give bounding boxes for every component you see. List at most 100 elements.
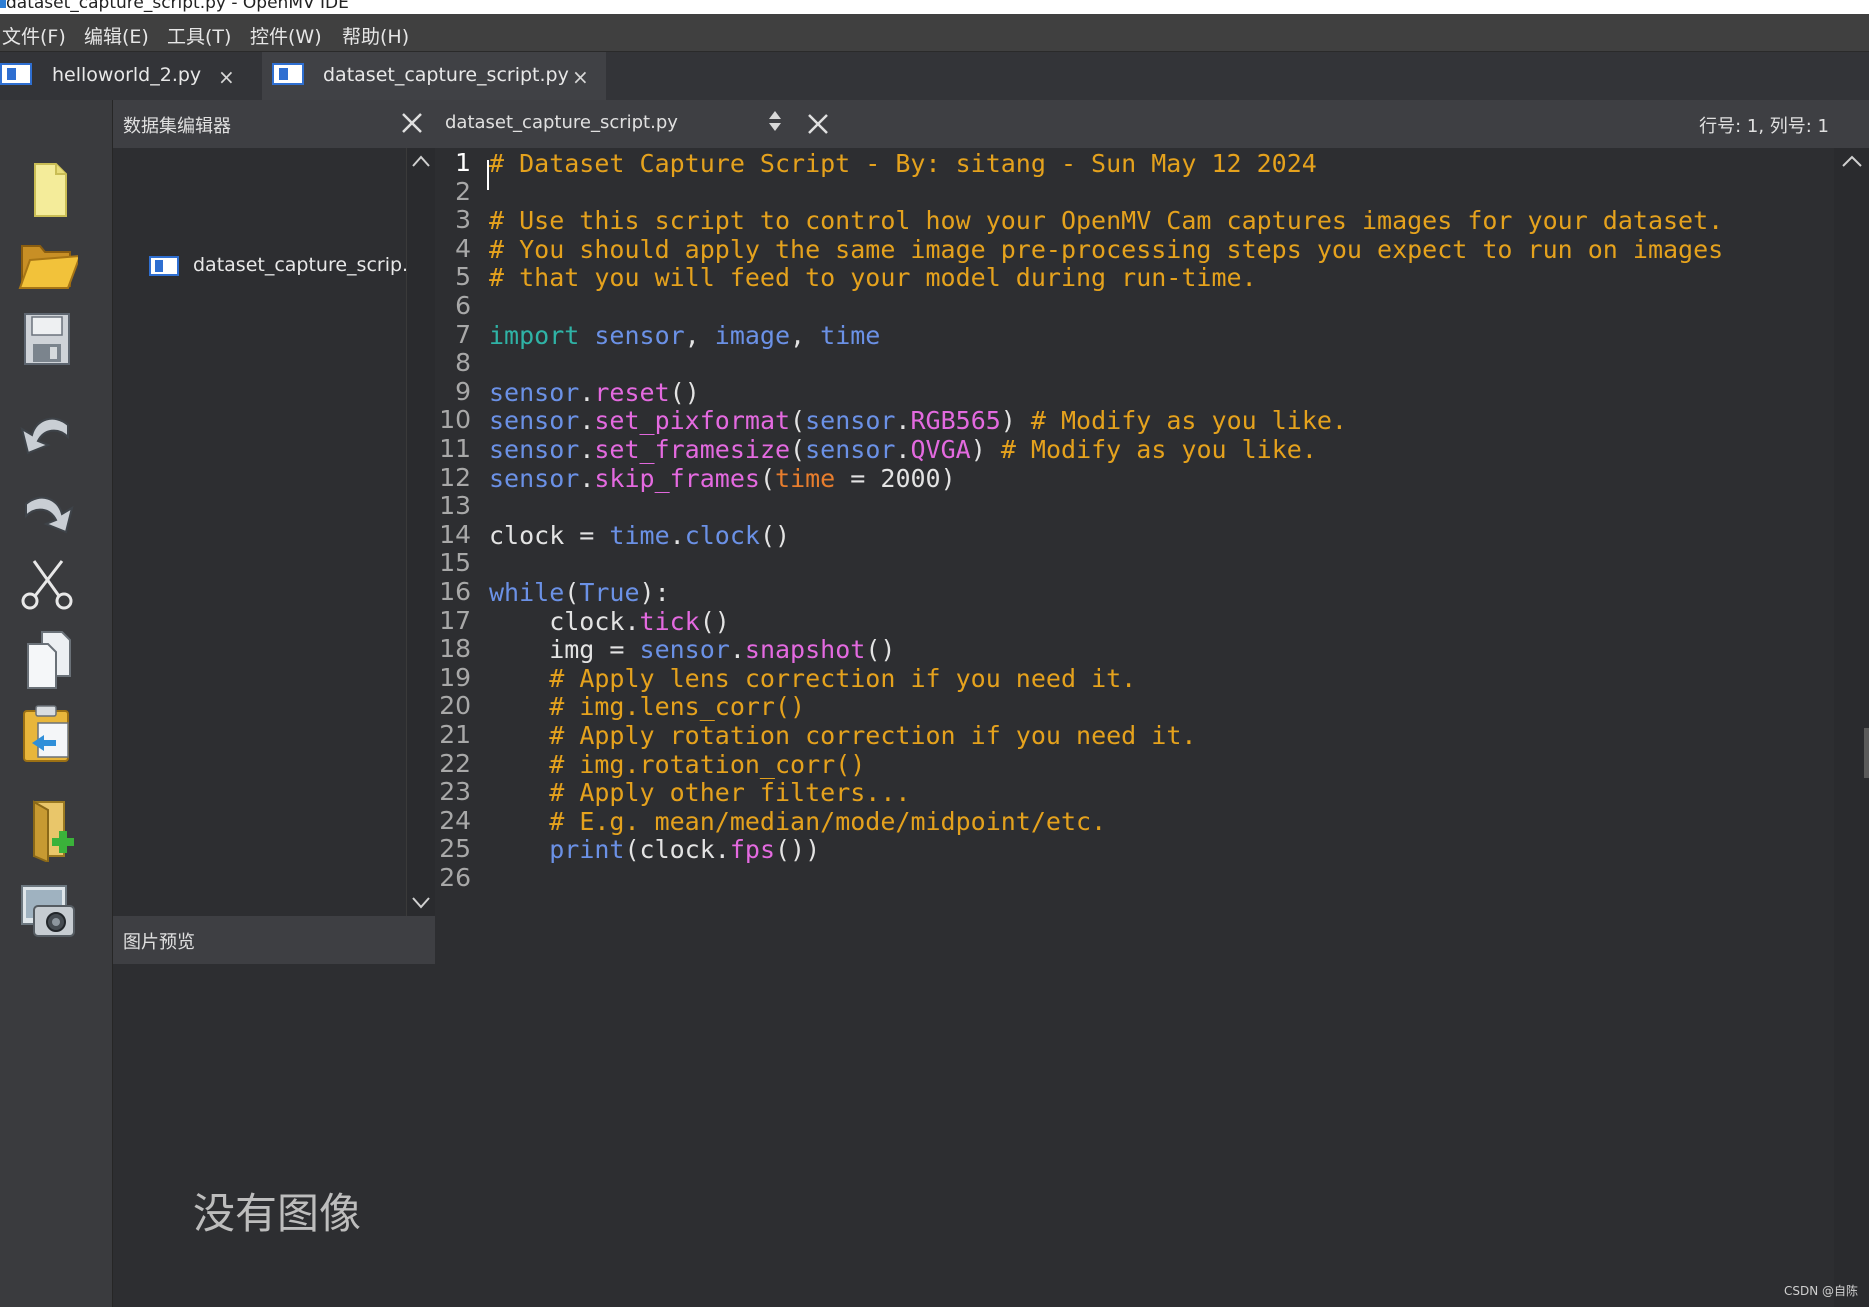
copy-icon[interactable] [18, 630, 78, 692]
line-number: 26 [439, 863, 471, 892]
code-token: time [775, 463, 836, 493]
menu-tools[interactable]: 工具(T) [167, 22, 231, 49]
menu-widgets[interactable]: 控件(W) [250, 22, 322, 49]
python-file-icon [149, 256, 179, 276]
window-title: dataset_capture_script.py - OpenMV IDE [6, 0, 349, 13]
code-line[interactable]: import sensor, image, time [489, 321, 880, 355]
dataset-editor-header: 数据集编辑器 [113, 100, 435, 148]
tab-dataset-capture[interactable]: dataset_capture_script.py × [262, 52, 606, 100]
document-switch-icon[interactable] [768, 110, 782, 132]
redo-icon[interactable] [18, 480, 78, 542]
editor-filename[interactable]: dataset_capture_script.py [445, 112, 678, 133]
dataset-scrollbar[interactable] [406, 148, 435, 918]
line-number: 1 [455, 148, 471, 177]
code-token: reset [594, 377, 670, 407]
menu-file[interactable]: 文件(F) [2, 22, 66, 49]
tab-label: dataset_capture_script.py [323, 64, 569, 86]
line-number: 12 [439, 462, 471, 492]
code-token: . [729, 635, 745, 665]
line-number: 22 [439, 748, 471, 778]
close-document-icon[interactable] [807, 113, 829, 135]
line-number: 9 [455, 376, 471, 406]
scroll-thumb[interactable] [1864, 728, 1869, 778]
menu-edit[interactable]: 编辑(E) [84, 22, 149, 49]
code-token: # Modify as you like. [1030, 406, 1347, 436]
line-number: 13 [439, 491, 471, 521]
code-token: fps [729, 835, 775, 865]
scroll-up-icon[interactable] [412, 154, 430, 168]
paste-icon[interactable] [18, 703, 78, 765]
code-editor[interactable]: 1 2 3 4 5 6 7 8 9 10 11 12 13 14 15 16 17 18 19 20 21 22 23 24 2… [435, 148, 1834, 1307]
code-token: clock = [489, 520, 610, 550]
line-number: 5 [455, 262, 471, 292]
undo-icon[interactable] [18, 405, 78, 467]
code-token: . [579, 406, 595, 436]
dataset-editor-title: 数据集编辑器 [123, 116, 231, 137]
close-icon[interactable] [401, 112, 423, 134]
python-file-icon [0, 63, 32, 85]
file-tab-bar: helloworld_2.py × dataset_capture_script… [0, 52, 1869, 100]
code-token: = 2000) [835, 463, 956, 493]
save-icon[interactable] [18, 308, 78, 370]
code-token: clock [684, 520, 760, 550]
code-token: import [489, 320, 595, 350]
editor-scrollbar[interactable] [1834, 148, 1869, 1307]
code-token: () [669, 377, 700, 407]
line-number: 3 [455, 205, 471, 235]
line-number: 4 [455, 233, 471, 263]
code-token: . [579, 435, 595, 464]
code-token: . [669, 520, 685, 550]
line-number: 14 [439, 519, 471, 549]
line-number: 16 [439, 577, 471, 606]
python-file-icon [272, 63, 304, 85]
code-line[interactable]: # Dataset Capture Script - By: sitang - … [489, 149, 1317, 183]
line-number: 18 [439, 634, 471, 664]
window-title-bar: dataset_capture_script.py - OpenMV IDE [0, 0, 1869, 14]
code-token: . [895, 406, 911, 436]
code-token: sensor [489, 377, 580, 407]
code-token: sensor [805, 435, 896, 464]
image-preview-header: 图片预览 [113, 916, 435, 964]
code-token: ()) [775, 835, 821, 865]
new-dataset-icon[interactable] [18, 800, 78, 862]
code-token: snapshot [744, 635, 866, 665]
tab-helloworld[interactable]: helloworld_2.py × [0, 52, 255, 100]
code-token: # that you will feed to your model durin… [489, 263, 1257, 293]
open-folder-icon[interactable] [18, 232, 78, 294]
code-token: sensor [489, 463, 580, 493]
line-number: 23 [439, 777, 471, 807]
code-line[interactable]: print(clock.fps()) [489, 835, 820, 869]
code-token: tick [639, 606, 700, 636]
line-number: 11 [439, 434, 471, 463]
menu-help[interactable]: 帮助(H) [342, 22, 409, 49]
code-token: , [684, 320, 715, 350]
cut-icon[interactable] [18, 555, 78, 617]
code-token: # Modify as you like. [1000, 435, 1317, 464]
no-image-placeholder: 没有图像 [193, 1189, 362, 1238]
code-token: () [699, 606, 730, 636]
line-number: 24 [439, 805, 471, 835]
code-token: ) [970, 435, 1001, 464]
new-file-icon[interactable] [18, 160, 78, 222]
cursor-position: 行号: 1, 列号: 1 [1699, 116, 1829, 137]
capture-image-icon[interactable] [18, 880, 78, 942]
code-token: # Apply lens correction if you need it. [549, 663, 1137, 693]
code-token: ( [759, 463, 776, 493]
scroll-up-icon[interactable] [1842, 154, 1862, 168]
code-token: ): [639, 578, 670, 607]
code-token: # Apply rotation correction if you need … [549, 721, 1197, 750]
close-tab-icon[interactable]: × [218, 65, 235, 89]
code-line[interactable]: # that you will feed to your model durin… [489, 263, 1257, 297]
code-token: QVGA [910, 435, 971, 464]
close-tab-icon[interactable]: × [572, 65, 589, 89]
code-line[interactable]: clock = time.clock() [489, 521, 790, 555]
menu-bar: 文件(F) 编辑(E) 工具(T) 控件(W) 帮助(H) [0, 14, 1869, 52]
line-number: 17 [439, 605, 471, 635]
scroll-down-icon[interactable] [412, 896, 430, 910]
code-token: set_framesize [594, 435, 791, 464]
code-line[interactable]: sensor.skip_frames(time = 2000) [489, 464, 956, 498]
